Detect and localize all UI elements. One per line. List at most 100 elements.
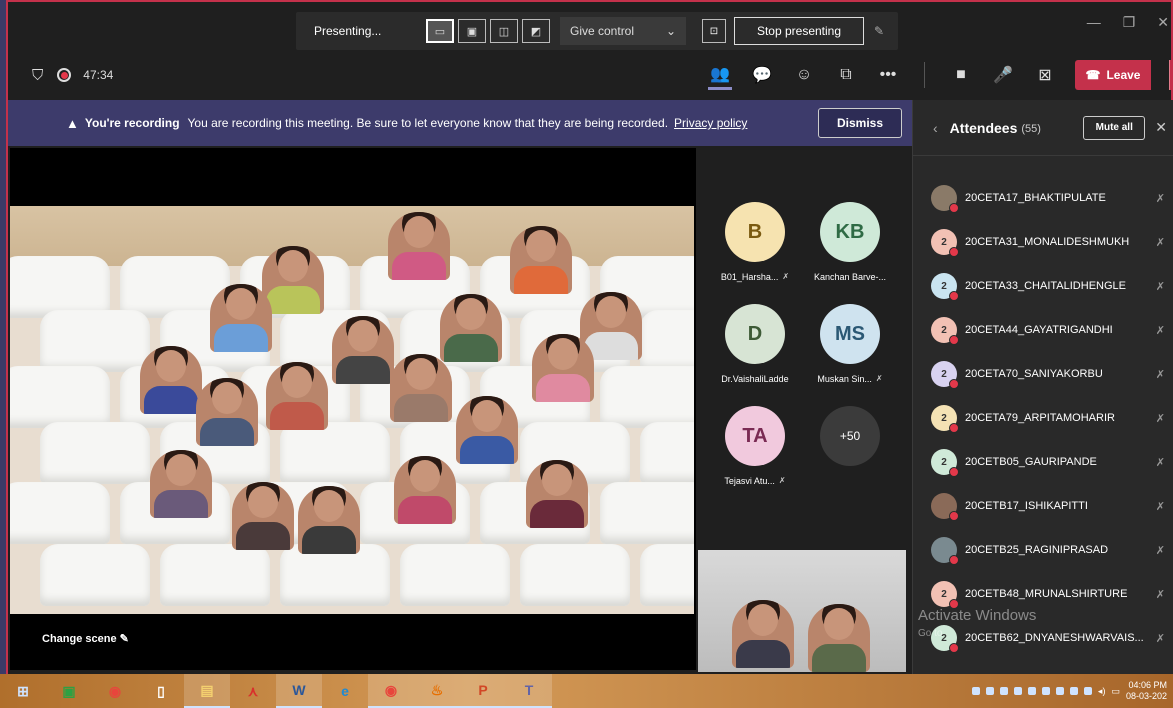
shield-icon[interactable]: ⛉	[32, 67, 43, 84]
layout-content-only-icon[interactable]: ▭	[426, 19, 454, 43]
tray-app-icon[interactable]	[1083, 687, 1092, 695]
acrobat-icon[interactable]: ⋏	[230, 674, 276, 708]
avatar: 2	[931, 273, 959, 301]
tray-app-icon[interactable]	[1013, 687, 1022, 695]
avatar: KB	[820, 202, 880, 262]
mic-off-icon: ✗	[782, 272, 790, 281]
list-item[interactable]: 2 20CETA70_SANIYAKORBU ✗	[913, 352, 1173, 396]
edge-icon[interactable]: e	[322, 674, 368, 708]
participant-tile[interactable]: MS Muskan Sin... ✗	[805, 304, 895, 384]
list-item[interactable]: 20CETB17_ISHIKAPITTI ✗	[913, 484, 1173, 528]
microphone-icon[interactable]: 🎤	[991, 60, 1015, 90]
maximize-icon[interactable]: ❐	[1123, 14, 1136, 31]
change-scene-button[interactable]: Change scene ✎	[42, 632, 129, 645]
dismiss-button[interactable]: Dismiss	[818, 108, 902, 138]
tray-app-icon[interactable]	[985, 687, 994, 695]
teams-icon[interactable]: T	[506, 674, 552, 708]
java-icon[interactable]: ♨	[414, 674, 460, 708]
mic-off-icon: ✗	[778, 476, 786, 485]
leave-dropdown-button[interactable]: ⌄	[1169, 60, 1173, 90]
layout-reporter-icon[interactable]: ◩	[522, 19, 550, 43]
leave-label: Leave	[1106, 68, 1141, 82]
pencil-icon: ✎	[119, 633, 129, 645]
tray-app-icon[interactable]	[1041, 687, 1050, 695]
mic-off-icon: ✗	[1155, 280, 1165, 293]
layout-side-by-side-icon[interactable]: ◫	[490, 19, 518, 43]
presenting-toolbar: Presenting... ▭ ▣ ◫ ◩ Give control ⌄ ⊡ S…	[296, 12, 898, 50]
chrome-window-icon[interactable]: ◉	[368, 674, 414, 708]
overflow-count: +50	[820, 406, 880, 466]
pin-icon[interactable]: ✎	[874, 24, 884, 38]
share-tray-icon[interactable]: ⊠	[1033, 60, 1057, 90]
mute-all-button[interactable]: Mute all	[1083, 115, 1146, 140]
close-window-icon[interactable]: ✕	[1157, 14, 1169, 31]
tray-app-icon[interactable]	[1069, 687, 1078, 695]
participant-tile[interactable]: B B01_Harsha... ✗	[710, 202, 800, 282]
participants-icon[interactable]: 👥	[708, 60, 732, 90]
participant-name: Muskan Sin...	[817, 374, 872, 384]
mic-off-icon: ✗	[1155, 236, 1165, 249]
file-explorer-icon[interactable]: ▤	[184, 674, 230, 708]
camera-icon[interactable]: ■	[949, 60, 973, 90]
include-audio-icon[interactable]: ⊡	[702, 19, 726, 43]
participant-name: Tejasvi Atu...	[724, 476, 775, 486]
list-item[interactable]: 2 20CETB05_GAURIPANDE ✗	[913, 440, 1173, 484]
store-icon[interactable]: ▣	[46, 674, 92, 708]
tray-app-icon[interactable]	[971, 687, 980, 695]
participant-tile[interactable]: KB Kanchan Barve-...	[805, 202, 895, 282]
taskbar-clock[interactable]: 04:06 PM 08-03-202	[1126, 680, 1167, 702]
leave-button[interactable]: ☎ Leave	[1075, 60, 1151, 90]
list-item[interactable]: 2 20CETA33_CHAITALIDHENGLE ✗	[913, 264, 1173, 308]
powerpoint-icon[interactable]: P	[460, 674, 506, 708]
avatar: 2	[931, 229, 959, 257]
list-item[interactable]: 2 20CETA44_GAYATRIGANDHI ✗	[913, 308, 1173, 352]
give-control-dropdown[interactable]: Give control ⌄	[560, 17, 686, 45]
more-actions-icon[interactable]: •••	[876, 60, 900, 90]
meeting-toolbar: ⛉ 47:34 👥 💬 ☺ ⧉ ••• ■ 🎤 ⊠ ☎ Leave ⌄	[8, 52, 1173, 98]
stop-presenting-button[interactable]: Stop presenting	[734, 17, 864, 45]
participant-video	[390, 354, 452, 422]
list-item[interactable]: 20CETA17_BHAKTIPULATE ✗	[913, 176, 1173, 220]
avatar: MS	[820, 304, 880, 364]
tray-app-icon[interactable]	[1055, 687, 1064, 695]
stop-presenting-label: Stop presenting	[756, 24, 842, 38]
clock-date: 08-03-202	[1125, 691, 1167, 701]
close-icon[interactable]: ✕	[1155, 119, 1167, 136]
participant-tile[interactable]: D Dr.VaishaliLadde	[710, 304, 800, 384]
list-item[interactable]: 2 20CETA79_ARPITAMOHARIR ✗	[913, 396, 1173, 440]
participant-video	[440, 294, 502, 362]
volume-icon[interactable]: ◂)	[1098, 686, 1106, 697]
minimize-icon[interactable]: —	[1087, 14, 1101, 31]
mic-off-icon: ✗	[1155, 500, 1165, 513]
tray-app-icon[interactable]	[1027, 687, 1036, 695]
word-icon[interactable]: W	[276, 674, 322, 708]
participant-video	[140, 346, 202, 414]
participant-tile[interactable]: TA Tejasvi Atu... ✗	[710, 406, 800, 486]
attendee-name: 20CETA31_MONALIDESHMUKH	[965, 236, 1130, 248]
windows-start-icon[interactable]: ⊞	[0, 674, 46, 708]
system-tray: ◂) ▭ 04:06 PM 08-03-202	[971, 680, 1173, 702]
list-item[interactable]: 2 20CETA31_MONALIDESHMUKH ✗	[913, 220, 1173, 264]
auditorium-scene	[10, 206, 694, 614]
reactions-icon[interactable]: ☺	[792, 60, 816, 90]
file-icon[interactable]: ▯	[138, 674, 184, 708]
avatar: 2	[931, 405, 959, 433]
change-scene-label: Change scene	[42, 633, 117, 645]
participant-video	[232, 482, 294, 550]
avatar: D	[725, 304, 785, 364]
list-item[interactable]: 20CETB25_RAGINIPRASAD ✗	[913, 528, 1173, 572]
attendee-name: 20CETB62_DNYANESHWARVAIS...	[965, 632, 1143, 644]
back-icon[interactable]: ‹	[933, 120, 938, 136]
chrome-icon[interactable]: ◉	[92, 674, 138, 708]
tray-app-icon[interactable]	[999, 687, 1008, 695]
attendee-name: 20CETA44_GAYATRIGANDHI	[965, 324, 1113, 336]
participant-video	[298, 486, 360, 554]
layout-standout-icon[interactable]: ▣	[458, 19, 486, 43]
overflow-participants-tile[interactable]: +50	[805, 406, 895, 466]
avatar: 2	[931, 449, 959, 477]
rooms-icon[interactable]: ⧉	[834, 60, 858, 90]
privacy-policy-link[interactable]: Privacy policy	[674, 116, 747, 130]
chat-icon[interactable]: 💬	[750, 60, 774, 90]
notification-icon[interactable]: ▭	[1111, 686, 1120, 697]
attendee-name: 20CETB48_MRUNALSHIRTURE	[965, 588, 1128, 600]
